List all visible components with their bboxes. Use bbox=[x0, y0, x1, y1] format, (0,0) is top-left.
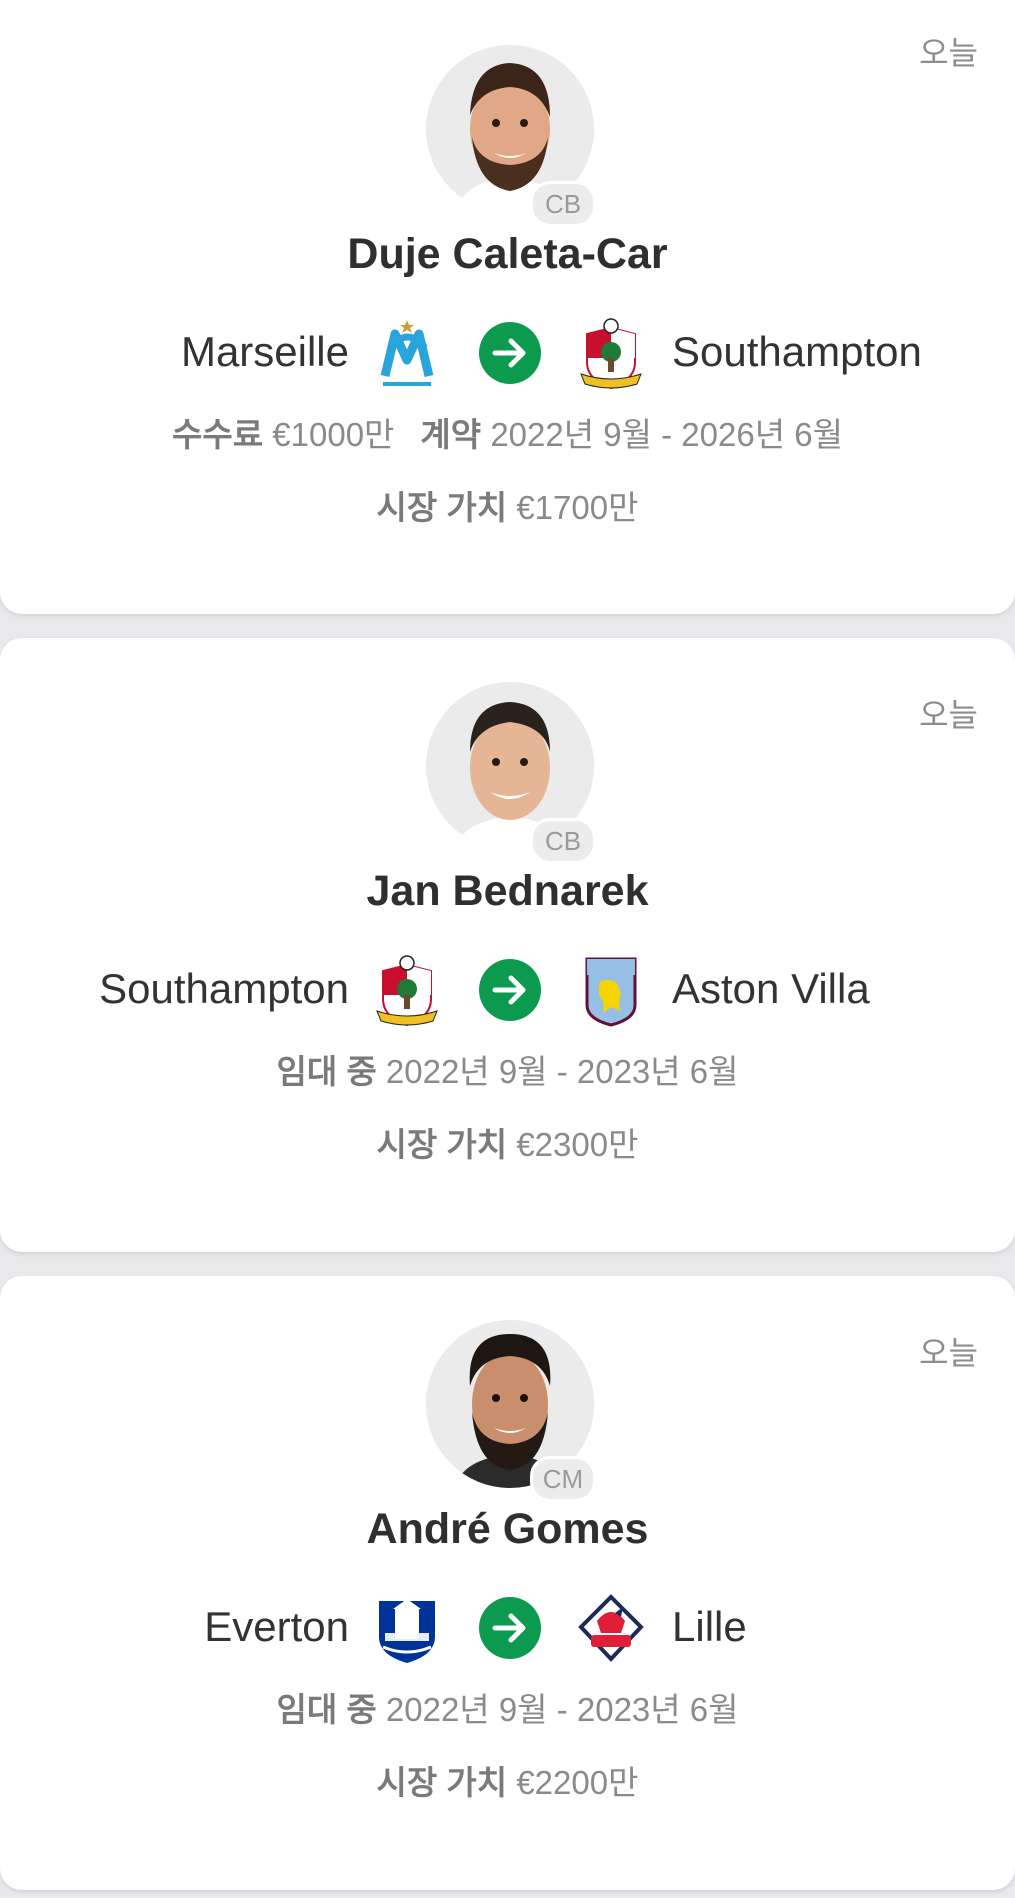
southampton-crest-icon[interactable] bbox=[373, 955, 441, 1027]
fee-contract-line: 수수료 €1000만 계약 2022년 9월 - 2026년 6월 bbox=[0, 408, 1015, 456]
transfer-row: Southampton Aston Villa bbox=[0, 949, 1015, 1029]
transfer-date: 오늘 bbox=[919, 35, 978, 71]
market-value-label: 시장 가치 bbox=[376, 489, 508, 526]
market-value-label: 시장 가치 bbox=[376, 1126, 508, 1163]
transfer-arrow-icon bbox=[479, 322, 541, 384]
transfer-card[interactable]: 오늘 CB Jan Bednarek Southampton Aston Vil… bbox=[0, 638, 1015, 1252]
to-club-name[interactable]: Aston Villa bbox=[672, 965, 870, 1013]
player-avatar-wrap[interactable]: CB bbox=[426, 682, 596, 864]
contract-label: 계약 bbox=[420, 416, 482, 453]
marseille-crest-icon[interactable] bbox=[373, 318, 441, 390]
transfer-arrow-icon bbox=[479, 959, 541, 1021]
loan-period: 2022년 9월 - 2023년 6월 bbox=[385, 1053, 739, 1090]
transfer-card[interactable]: 오늘 CB Duje Caleta-Car Marseille Southamp… bbox=[0, 0, 1015, 614]
from-club-name[interactable]: Southampton bbox=[99, 965, 349, 1013]
transfer-arrow-icon bbox=[479, 1597, 541, 1659]
market-value-line: 시장 가치 €2300만 bbox=[0, 1118, 1015, 1166]
position-badge: CB bbox=[530, 818, 596, 864]
player-avatar-wrap[interactable]: CM bbox=[426, 1320, 596, 1502]
loan-period: 2022년 9월 - 2023년 6월 bbox=[385, 1691, 739, 1728]
player-name[interactable]: André Gomes bbox=[0, 1505, 1015, 1554]
market-value: €1700만 bbox=[516, 489, 639, 526]
southampton-crest-icon[interactable] bbox=[577, 318, 645, 390]
player-name[interactable]: Duje Caleta-Car bbox=[0, 230, 1015, 279]
position-badge: CB bbox=[530, 181, 596, 227]
market-value: €2200만 bbox=[516, 1764, 639, 1801]
loan-label: 임대 중 bbox=[276, 1691, 377, 1728]
to-club-name[interactable]: Lille bbox=[672, 1603, 747, 1651]
market-value: €2300만 bbox=[516, 1126, 639, 1163]
loan-line: 임대 중 2022년 9월 - 2023년 6월 bbox=[0, 1045, 1015, 1093]
aston-villa-crest-icon[interactable] bbox=[577, 955, 645, 1027]
loan-label: 임대 중 bbox=[276, 1053, 377, 1090]
transfer-row: Everton Lille bbox=[0, 1587, 1015, 1667]
fee-value: €1000만 bbox=[272, 416, 395, 453]
loan-line: 임대 중 2022년 9월 - 2023년 6월 bbox=[0, 1683, 1015, 1731]
lille-crest-icon[interactable] bbox=[577, 1593, 645, 1665]
fee-label: 수수료 bbox=[172, 416, 264, 453]
everton-crest-icon[interactable] bbox=[373, 1593, 441, 1665]
market-value-label: 시장 가치 bbox=[376, 1764, 508, 1801]
market-value-line: 시장 가치 €1700만 bbox=[0, 481, 1015, 529]
market-value-line: 시장 가치 €2200만 bbox=[0, 1756, 1015, 1804]
position-badge: CM bbox=[530, 1456, 596, 1502]
player-name[interactable]: Jan Bednarek bbox=[0, 867, 1015, 916]
from-club-name[interactable]: Marseille bbox=[181, 328, 349, 376]
transfer-row: Marseille Southampton bbox=[0, 312, 1015, 392]
transfer-date: 오늘 bbox=[919, 697, 978, 733]
from-club-name[interactable]: Everton bbox=[204, 1603, 349, 1651]
to-club-name[interactable]: Southampton bbox=[672, 328, 922, 376]
transfer-card[interactable]: 오늘 CM André Gomes Everton Lille 임대 중 202… bbox=[0, 1276, 1015, 1890]
contract-value: 2022년 9월 - 2026년 6월 bbox=[490, 416, 843, 453]
transfer-date: 오늘 bbox=[919, 1335, 978, 1371]
player-avatar-wrap[interactable]: CB bbox=[426, 45, 596, 227]
